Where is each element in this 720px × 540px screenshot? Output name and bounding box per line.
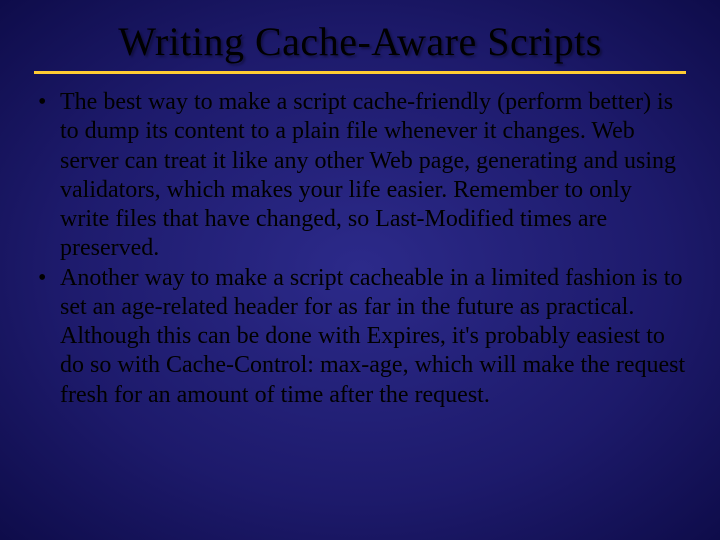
list-item: The best way to make a script cache-frie… [34, 88, 686, 264]
slide: Writing Cache-Aware Scripts The best way… [0, 0, 720, 540]
bullet-list: The best way to make a script cache-frie… [34, 88, 686, 410]
slide-title: Writing Cache-Aware Scripts [34, 18, 686, 65]
title-divider [34, 71, 686, 74]
list-item: Another way to make a script cacheable i… [34, 264, 686, 410]
